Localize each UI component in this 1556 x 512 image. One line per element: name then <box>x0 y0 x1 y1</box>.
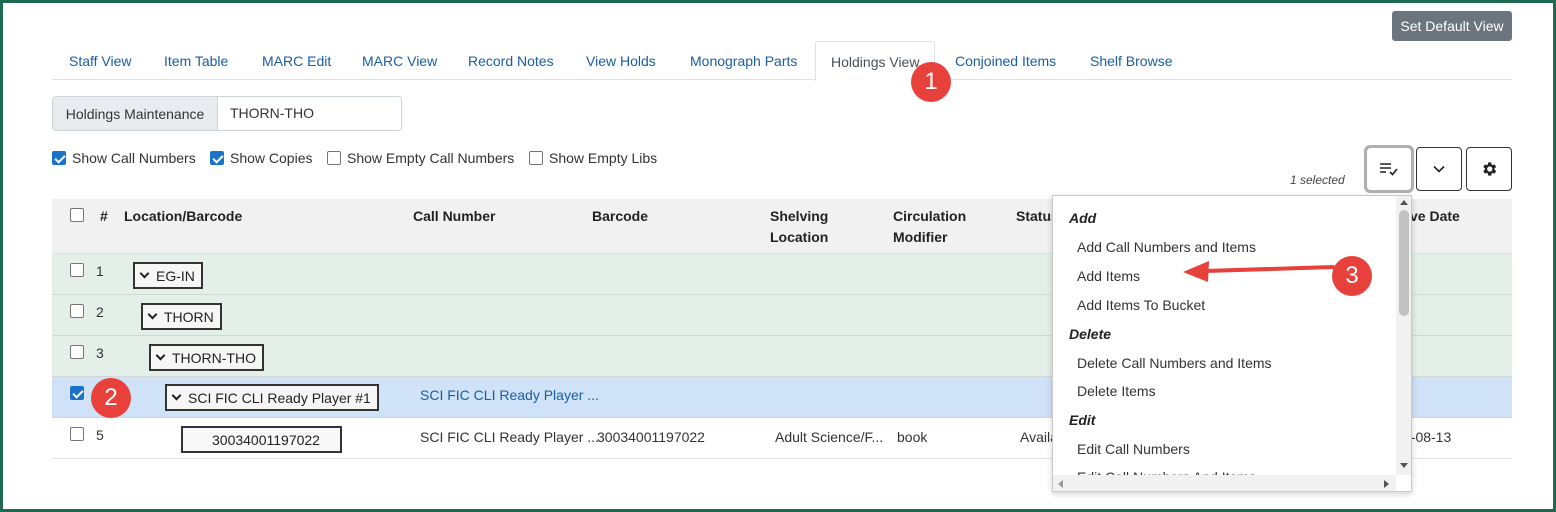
menu-section-edit: Edit <box>1069 412 1096 428</box>
menu-item-edit-call-numbers[interactable]: Edit Call Numbers <box>1077 441 1190 457</box>
row-number: 5 <box>96 427 104 443</box>
col-location-barcode[interactable]: Location/Barcode <box>124 206 242 227</box>
holdings-maintenance-group: Holdings Maintenance THORN-THO <box>52 96 402 131</box>
tree-toggle-button[interactable]: SCI FIC CLI Ready Player #1 <box>165 384 379 411</box>
barcode-button[interactable]: 30034001197022 <box>181 426 342 453</box>
step-marker-3: 3 <box>1332 256 1372 296</box>
chevron-down-icon <box>155 350 166 361</box>
tab-conjoined-items[interactable]: Conjoined Items <box>955 41 1056 80</box>
menu-section-delete: Delete <box>1069 326 1112 342</box>
scroll-up-arrow-icon[interactable] <box>1400 200 1408 205</box>
list-check-icon <box>1380 163 1398 176</box>
col-active-date[interactable]: ve Date <box>1410 206 1460 227</box>
tab-shelf-browse[interactable]: Shelf Browse <box>1090 41 1172 80</box>
show-empty-call-numbers-option[interactable]: Show Empty Call Numbers <box>327 150 514 166</box>
row-checkbox[interactable] <box>70 427 84 441</box>
show-copies-label: Show Copies <box>230 150 313 166</box>
dropdown-toggle-button[interactable] <box>1416 147 1462 191</box>
show-empty-call-numbers-checkbox[interactable] <box>327 151 341 165</box>
tab-record-notes[interactable]: Record Notes <box>468 41 554 80</box>
menu-section-add: Add <box>1069 210 1097 226</box>
scroll-left-arrow-icon[interactable] <box>1058 480 1063 488</box>
step-marker-2: 2 <box>91 378 131 418</box>
show-empty-call-numbers-label: Show Empty Call Numbers <box>347 150 515 166</box>
chevron-down-icon <box>139 268 150 279</box>
show-empty-libs-label: Show Empty Libs <box>549 150 658 166</box>
scroll-right-arrow-icon[interactable] <box>1384 480 1389 488</box>
chevron-down-icon <box>147 309 158 320</box>
scroll-down-arrow-icon[interactable] <box>1400 463 1408 468</box>
col-call-number[interactable]: Call Number <box>413 206 495 227</box>
row-location: SCI FIC CLI Ready Player #1 <box>188 389 371 406</box>
step-marker-1: 1 <box>911 62 951 102</box>
row-location: THORN-THO <box>172 349 256 366</box>
menu-item-add-items[interactable]: Add Items <box>1077 268 1140 284</box>
select-all-checkbox[interactable] <box>70 208 84 222</box>
row-circ-modifier: book <box>897 429 928 445</box>
row-checkbox[interactable] <box>70 386 84 400</box>
set-default-view-button[interactable]: Set Default View <box>1392 11 1512 41</box>
col-shelving-line1: Shelving <box>770 208 829 224</box>
actions-dropdown-menu: Add Add Call Numbers and Items Add Items… <box>1052 195 1412 492</box>
selected-count: 1 selected <box>1290 173 1345 187</box>
menu-item-add-call-numbers-and-items[interactable]: Add Call Numbers and Items <box>1077 239 1256 255</box>
grid-settings-button[interactable] <box>1466 147 1512 191</box>
col-shelving-line2: Location <box>770 229 829 245</box>
tab-monograph-parts[interactable]: Monograph Parts <box>690 41 797 80</box>
row-number: 3 <box>96 345 104 361</box>
show-call-numbers-option[interactable]: Show Call Numbers <box>52 150 196 166</box>
col-circ-line1: Circulation <box>893 208 967 224</box>
row-number: 1 <box>96 263 104 279</box>
tab-marc-view[interactable]: MARC View <box>362 41 437 80</box>
gear-icon <box>1483 162 1497 176</box>
col-barcode[interactable]: Barcode <box>592 206 648 227</box>
col-circ-line2: Modifier <box>893 229 948 245</box>
row-call-number[interactable]: SCI FIC CLI Ready Player ... <box>420 387 599 403</box>
show-call-numbers-checkbox[interactable] <box>52 151 66 165</box>
show-empty-libs-option[interactable]: Show Empty Libs <box>529 150 657 166</box>
row-checkbox[interactable] <box>70 345 84 359</box>
show-call-numbers-label: Show Call Numbers <box>72 150 196 166</box>
menu-item-add-items-to-bucket[interactable]: Add Items To Bucket <box>1077 297 1205 313</box>
annotation-arrow-icon <box>1183 261 1335 282</box>
tab-item-table[interactable]: Item Table <box>164 41 228 80</box>
chevron-down-icon <box>171 390 182 401</box>
tab-view-holds[interactable]: View Holds <box>586 41 656 80</box>
tab-staff-view[interactable]: Staff View <box>69 41 132 80</box>
row-location: EG-IN <box>156 267 195 284</box>
row-checkbox[interactable] <box>70 304 84 318</box>
row-barcode: 30034001197022 <box>597 429 705 445</box>
menu-item-delete-items[interactable]: Delete Items <box>1077 383 1156 399</box>
tree-toggle-button[interactable]: EG-IN <box>133 262 203 289</box>
menu-horizontal-scrollbar[interactable] <box>1053 475 1396 491</box>
col-circulation-modifier[interactable]: Circulation Modifier <box>893 206 966 248</box>
tree-toggle-button[interactable]: THORN <box>141 303 222 330</box>
row-shelving-location: Adult Science/F... <box>775 429 884 445</box>
row-location: THORN <box>164 308 214 325</box>
col-shelving-location[interactable]: Shelving Location <box>770 206 828 248</box>
record-tabs: Staff View Item Table MARC Edit MARC Vie… <box>52 41 1512 81</box>
row-checkbox[interactable] <box>70 263 84 277</box>
chevron-down-icon <box>1433 165 1445 173</box>
holdings-org-input[interactable]: THORN-THO <box>218 96 402 131</box>
row-number: 2 <box>96 304 104 320</box>
menu-item-delete-call-numbers-and-items[interactable]: Delete Call Numbers and Items <box>1077 355 1272 371</box>
show-empty-libs-checkbox[interactable] <box>529 151 543 165</box>
show-copies-checkbox[interactable] <box>210 151 224 165</box>
actions-menu-button[interactable] <box>1364 145 1414 193</box>
show-copies-option[interactable]: Show Copies <box>210 150 313 166</box>
menu-scrollbar-thumb[interactable] <box>1399 210 1409 316</box>
row-call-number: SCI FIC CLI Ready Player ... <box>420 429 599 445</box>
col-number: # <box>100 208 108 224</box>
holdings-maintenance-label: Holdings Maintenance <box>52 96 218 131</box>
row-location: 30034001197022 <box>212 431 320 448</box>
tab-marc-edit[interactable]: MARC Edit <box>262 41 331 80</box>
tree-toggle-button[interactable]: THORN-THO <box>149 344 264 371</box>
